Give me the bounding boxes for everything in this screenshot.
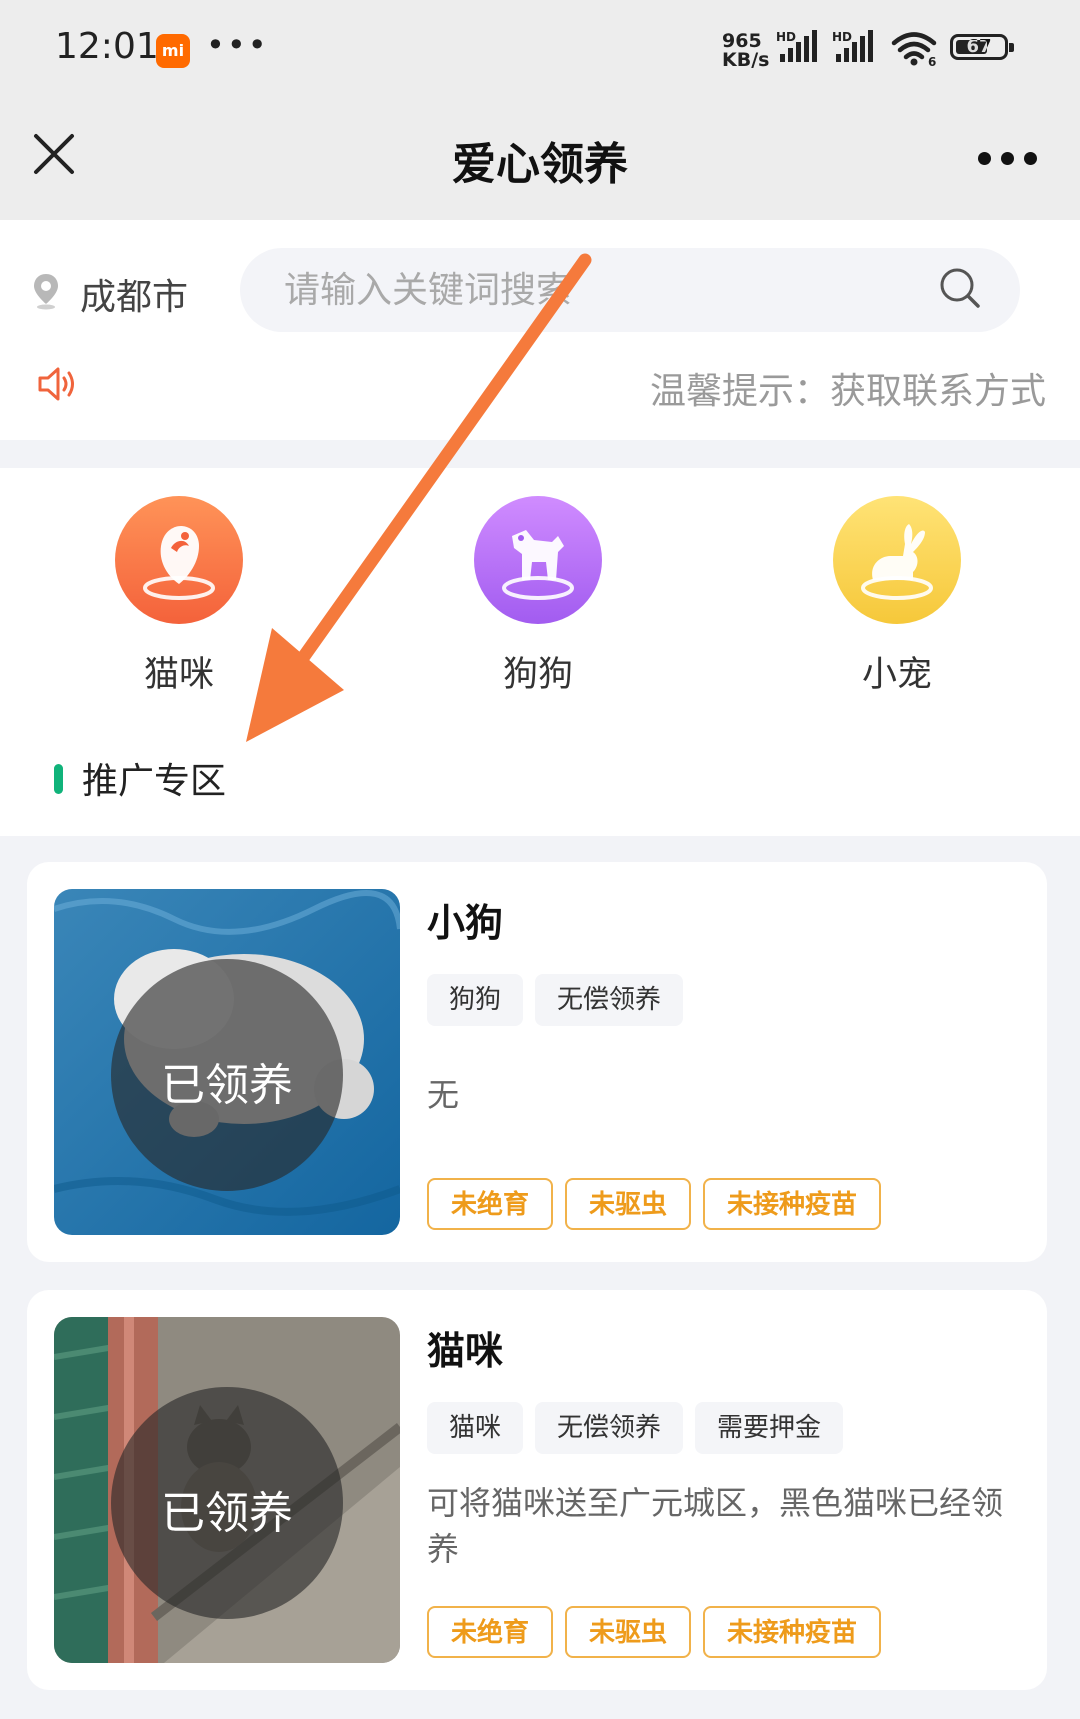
pet-description: 可将猫咪送至广元城区，黑色猫咪已经领养 xyxy=(427,1484,1004,1568)
adopted-label: 已领养 xyxy=(161,1488,293,1539)
city-selector[interactable]: 成都市 xyxy=(32,272,188,318)
hd-label: HD xyxy=(776,30,797,44)
category-cat[interactable]: 猫咪 xyxy=(79,496,279,697)
dog-icon xyxy=(474,496,602,624)
battery-icon: 67 xyxy=(950,34,1014,60)
status-bar: 12:01 mi ••• 965 KB/s HD HD 6 67 xyxy=(0,0,1080,98)
health-status-tags: 未绝育 未驱虫 未接种疫苗 xyxy=(427,1178,893,1230)
pet-description: 无 xyxy=(427,1076,460,1114)
search-input[interactable] xyxy=(282,266,906,314)
adopted-overlay: 已领养 xyxy=(111,959,343,1191)
listing-card[interactable]: 已领养 猫咪 猫咪 无偿领养 需要押金 可将猫咪送至广元城区，黑色猫咪已经领养 未绝… xyxy=(27,1290,1047,1690)
cat-icon xyxy=(115,496,243,624)
adopted-label: 已领养 xyxy=(161,1060,293,1111)
category-label-small-pet: 小宠 xyxy=(861,655,932,695)
search-header: 成都市 温馨提示：获取联系方式 xyxy=(0,220,1080,440)
tag-not-neutered: 未绝育 xyxy=(427,1178,554,1230)
signal-icon-2: HD xyxy=(832,30,876,62)
tag-not-vaccinated: 未接种疫苗 xyxy=(703,1606,882,1658)
category-label-cat: 猫咪 xyxy=(143,655,214,695)
wifi-6-label: 6 xyxy=(928,55,936,66)
pet-name: 猫咪 xyxy=(427,1329,504,1373)
page-title: 爱心领养 xyxy=(452,139,628,190)
category-section: 猫咪 狗狗 小宠 推广专区 xyxy=(0,468,1080,836)
hd-label-2: HD xyxy=(832,30,853,44)
title-bar: 爱心领养 xyxy=(0,98,1080,220)
pet-photo: 已领养 xyxy=(54,1317,400,1663)
tag-species: 猫咪 xyxy=(427,1402,524,1454)
location-pin-icon xyxy=(34,274,58,310)
tag-not-neutered: 未绝育 xyxy=(427,1606,554,1658)
tag-not-dewormed: 未驱虫 xyxy=(565,1606,692,1658)
tag-deposit: 需要押金 xyxy=(695,1402,844,1454)
adopted-overlay: 已领养 xyxy=(111,1387,343,1619)
pet-photo: 已领养 xyxy=(54,889,400,1235)
more-notifications-icon: ••• xyxy=(206,26,269,64)
tag-adoption-type: 无偿领养 xyxy=(535,974,684,1026)
city-name: 成都市 xyxy=(80,277,189,318)
pet-tags: 猫咪 无偿领养 需要押金 xyxy=(427,1402,855,1454)
speaker-icon xyxy=(36,364,80,408)
search-bar[interactable] xyxy=(240,248,1020,332)
promo-accent-bar xyxy=(54,764,63,794)
tag-not-vaccinated: 未接种疫苗 xyxy=(703,1178,882,1230)
tag-species: 狗狗 xyxy=(427,974,524,1026)
category-dog[interactable]: 狗狗 xyxy=(438,496,638,697)
search-icon[interactable] xyxy=(938,266,982,314)
pet-tags: 狗狗 无偿领养 xyxy=(427,974,695,1026)
health-status-tags: 未绝育 未驱虫 未接种疫苗 xyxy=(427,1606,893,1658)
listing-card[interactable]: 已领养 小狗 狗狗 无偿领养 无 未绝育 未驱虫 未接种疫苗 xyxy=(27,862,1047,1262)
wifi-icon: 6 xyxy=(890,30,938,70)
tag-adoption-type: 无偿领养 xyxy=(535,1402,684,1454)
tag-not-dewormed: 未驱虫 xyxy=(565,1178,692,1230)
battery-percent: 67 xyxy=(966,36,992,57)
signal-icon: HD xyxy=(776,30,820,62)
more-menu-icon[interactable] xyxy=(978,150,1047,169)
network-speed: 965 KB/s xyxy=(722,32,769,70)
category-label-dog: 狗狗 xyxy=(502,655,573,695)
clock: 12:01 xyxy=(55,26,159,67)
mi-app-icon: mi xyxy=(156,34,190,68)
pet-name: 小狗 xyxy=(427,901,504,945)
network-speed-unit: KB/s xyxy=(722,49,770,71)
promo-title: 推广专区 xyxy=(82,761,227,802)
notice-marquee: 温馨提示：获取联系方式 xyxy=(650,371,1047,412)
category-small-pet[interactable]: 小宠 xyxy=(797,496,997,697)
rabbit-icon xyxy=(833,496,961,624)
